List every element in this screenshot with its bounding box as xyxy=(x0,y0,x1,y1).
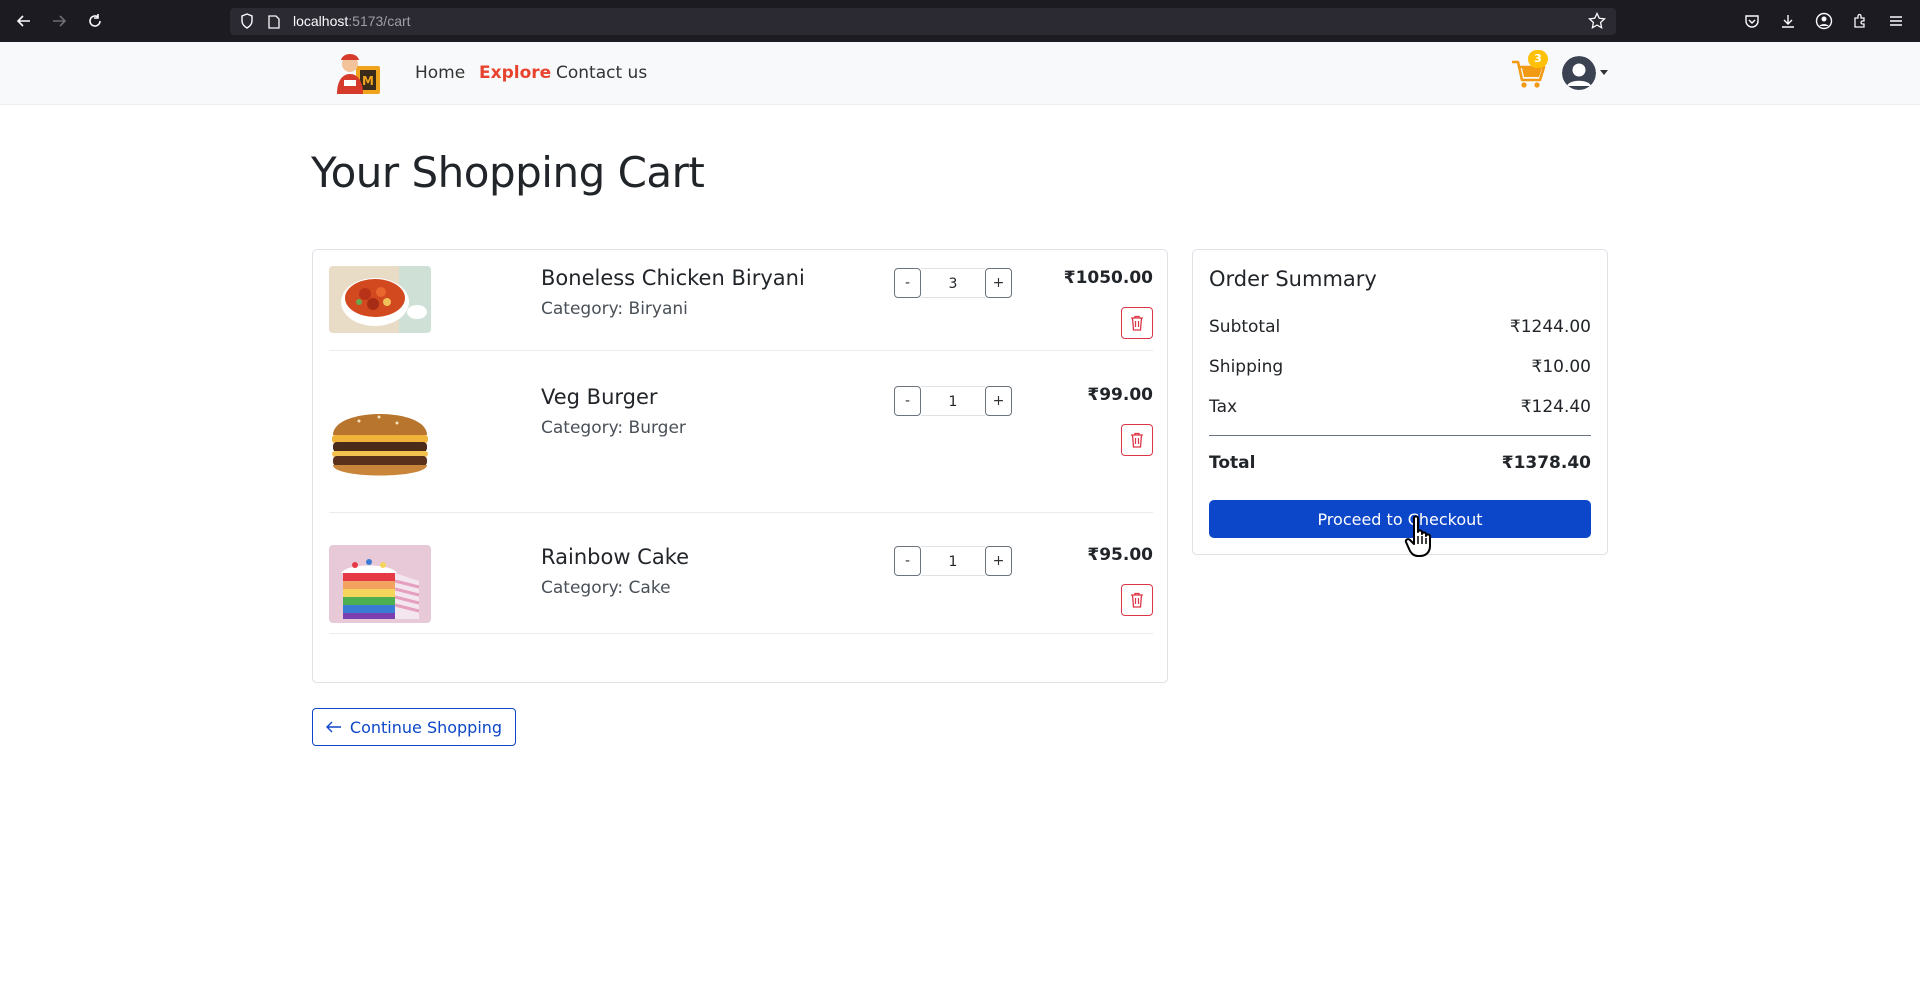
item-price: ₹99.00 xyxy=(1087,385,1153,405)
remove-item-button[interactable] xyxy=(1121,584,1153,616)
continue-shopping-button[interactable]: Continue Shopping xyxy=(312,708,516,746)
url-host: localhost xyxy=(293,13,349,29)
shield-icon[interactable] xyxy=(240,13,254,33)
item-category: Category: Burger xyxy=(541,418,686,438)
remove-item-button[interactable] xyxy=(1121,424,1153,456)
nav-link-contact[interactable]: Contact us xyxy=(556,63,647,83)
quantity-input[interactable]: 1 xyxy=(921,546,985,576)
order-summary-panel: Order Summary Subtotal ₹1244.00 Shipping… xyxy=(1192,249,1608,555)
increment-button[interactable]: + xyxy=(985,268,1012,298)
cake-image xyxy=(329,545,431,623)
cart-item-row: Veg Burger Category: Burger - 1 + ₹99.00 xyxy=(329,351,1153,513)
nav-link-home[interactable]: Home xyxy=(415,63,465,83)
quantity-input[interactable]: 3 xyxy=(921,268,985,298)
summary-divider xyxy=(1209,435,1591,436)
item-category: Category: Cake xyxy=(541,578,671,598)
item-name: Rainbow Cake xyxy=(541,545,690,569)
proceed-to-checkout-button[interactable]: Proceed to Checkout xyxy=(1209,500,1591,538)
total-label: Total xyxy=(1209,453,1256,473)
item-category: Category: Biryani xyxy=(541,299,688,319)
subtotal-value: ₹1244.00 xyxy=(1509,317,1591,337)
item-price: ₹1050.00 xyxy=(1063,268,1153,288)
quantity-stepper: - 1 + xyxy=(894,546,1012,576)
shipping-label: Shipping xyxy=(1209,357,1284,377)
user-avatar[interactable] xyxy=(1562,56,1596,90)
increment-button[interactable]: + xyxy=(985,386,1012,416)
shipping-value: ₹10.00 xyxy=(1531,357,1591,377)
bookmark-star-icon[interactable] xyxy=(1588,11,1606,34)
pocket-icon[interactable] xyxy=(1741,10,1763,32)
quantity-stepper: - 1 + xyxy=(894,386,1012,416)
quantity-input[interactable]: 1 xyxy=(921,386,985,416)
reload-icon[interactable] xyxy=(84,10,106,32)
decrement-button[interactable]: - xyxy=(894,386,921,416)
page-icon xyxy=(268,14,280,33)
item-name: Boneless Chicken Biryani xyxy=(541,266,805,290)
trash-icon xyxy=(1131,592,1143,608)
brand-logo[interactable]: M xyxy=(334,50,384,98)
item-price: ₹95.00 xyxy=(1087,545,1153,565)
extensions-icon[interactable] xyxy=(1849,10,1871,32)
nav-link-explore[interactable]: Explore xyxy=(479,63,551,83)
navbar: M Home Explore Contact us 3 xyxy=(0,42,1920,105)
cart-count-badge: 3 xyxy=(1528,50,1548,68)
svg-text:M: M xyxy=(362,74,374,88)
biryani-image xyxy=(329,266,431,333)
subtotal-label: Subtotal xyxy=(1209,317,1281,337)
trash-icon xyxy=(1131,315,1143,331)
trash-icon xyxy=(1131,432,1143,448)
total-value: ₹1378.40 xyxy=(1501,453,1591,473)
tax-value: ₹124.40 xyxy=(1520,397,1591,417)
forward-icon[interactable] xyxy=(48,10,70,32)
url-path: :5173/cart xyxy=(348,13,411,29)
download-icon[interactable] xyxy=(1777,10,1799,32)
browser-toolbar: localhost:5173/cart xyxy=(0,0,1920,42)
back-icon[interactable] xyxy=(13,10,35,32)
decrement-button[interactable]: - xyxy=(894,546,921,576)
cart-item-row: Boneless Chicken Biryani Category: Birya… xyxy=(329,250,1153,351)
arrow-left-icon xyxy=(325,721,341,733)
hand-cursor-icon xyxy=(1404,514,1438,558)
decrement-button[interactable]: - xyxy=(894,268,921,298)
account-icon[interactable] xyxy=(1813,10,1835,32)
item-name: Veg Burger xyxy=(541,385,658,409)
remove-item-button[interactable] xyxy=(1121,307,1153,339)
url-text[interactable]: localhost:5173/cart xyxy=(293,13,411,29)
cart-item-row: Rainbow Cake Category: Cake - 1 + ₹95.00 xyxy=(329,513,1153,634)
cart-items-panel: Boneless Chicken Biryani Category: Birya… xyxy=(312,249,1168,683)
increment-button[interactable]: + xyxy=(985,546,1012,576)
address-bar[interactable]: localhost:5173/cart xyxy=(230,8,1616,35)
quantity-stepper: - 3 + xyxy=(894,268,1012,298)
page-title: Your Shopping Cart xyxy=(311,148,705,197)
menu-icon[interactable] xyxy=(1885,10,1907,32)
continue-shopping-label: Continue Shopping xyxy=(349,717,503,737)
burger-image xyxy=(329,385,431,498)
user-menu-caret-icon[interactable] xyxy=(1600,70,1608,75)
tax-label: Tax xyxy=(1209,397,1238,417)
order-summary-title: Order Summary xyxy=(1209,267,1377,291)
